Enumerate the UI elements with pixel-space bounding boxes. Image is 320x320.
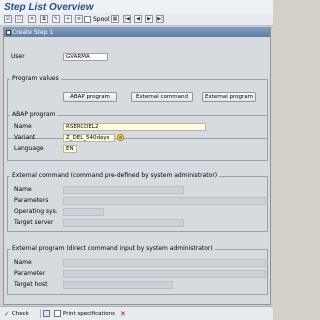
ext-prog-name-label: Name: [14, 259, 32, 266]
spool-button[interactable]: Spool: [84, 15, 110, 23]
edit-icon[interactable]: ✎: [52, 15, 60, 23]
window-title: Step List Overview: [4, 2, 94, 13]
last-page-icon[interactable]: ▶|: [156, 15, 164, 23]
spool-label: Spool: [93, 15, 110, 23]
abap-name-label: Name: [14, 123, 32, 130]
ext-prog-parameter-field: [63, 270, 266, 278]
target-host-label: Target host: [14, 281, 48, 288]
checkmark-icon: ✓: [4, 309, 10, 318]
external-program-title: External program (direct command input b…: [10, 245, 215, 252]
ext-prog-name-field: [63, 259, 266, 267]
check-button[interactable]: ✓ Check: [4, 309, 29, 318]
details-icon[interactable]: ≡: [75, 15, 83, 23]
previous-page-icon[interactable]: ◀: [134, 15, 142, 23]
first-page-icon[interactable]: |◀: [123, 15, 131, 23]
check-label: Check: [11, 310, 29, 317]
dialog-titlebar: Create Step 1: [4, 28, 270, 37]
target-host-field: [63, 281, 173, 289]
next-page-icon[interactable]: ▶: [145, 15, 153, 23]
dialog-icon: [6, 30, 11, 35]
abap-program-group: ABAP program: [7, 111, 268, 161]
dialog-title: Create Step 1: [12, 29, 54, 36]
dialog-action-bar: ✓ Check Print specifications ✕: [0, 306, 273, 320]
variant-field[interactable]: Z_DEL_540days: [63, 134, 115, 142]
external-command-button[interactable]: External command: [131, 92, 193, 102]
copy-icon[interactable]: ⧉: [40, 15, 48, 23]
ext-prog-parameter-label: Parameter: [14, 270, 46, 277]
external-command-title: External command (command pre-defined by…: [10, 172, 220, 179]
language-label: Language: [14, 145, 44, 152]
variant-label: Variant: [14, 134, 36, 141]
separator: [40, 309, 41, 318]
cancel-button[interactable]: ✕: [120, 309, 126, 318]
save-icon: [43, 310, 50, 317]
grid-icon[interactable]: ▦: [111, 15, 119, 23]
delete-icon[interactable]: ✕: [28, 15, 36, 23]
spool-icon: [84, 15, 91, 23]
print-specifications-button[interactable]: Print specifications: [54, 309, 115, 318]
window-titlebar: Step List Overview: [0, 0, 273, 13]
operating-system-field: [63, 208, 104, 216]
application-toolbar: ☑ ☐ ✕ ⧉ ✎ + ≡ Spool ▦ |◀ ◀ ▶ ▶|: [0, 13, 273, 26]
variant-search-help-icon[interactable]: ⚙: [117, 134, 124, 141]
print-specifications-label: Print specifications: [63, 310, 115, 317]
target-server-label: Target server: [14, 219, 54, 226]
language-field[interactable]: EN: [63, 145, 77, 153]
external-program-button[interactable]: External program: [202, 92, 256, 102]
ext-cmd-parameters-label: Parameters: [14, 197, 49, 204]
printer-icon: [54, 310, 61, 317]
operating-system-label: Operating sys.: [14, 208, 58, 215]
select-all-icon[interactable]: ☑: [4, 15, 12, 23]
create-step-dialog: Create Step 1 User GVARMA Program values…: [3, 27, 271, 305]
abap-program-title: ABAP program: [10, 111, 58, 118]
target-server-field: [63, 219, 184, 227]
save-button[interactable]: [43, 309, 50, 318]
insert-icon[interactable]: +: [64, 15, 72, 23]
abap-name-field[interactable]: RSERCDEL2: [63, 123, 206, 131]
user-field[interactable]: GVARMA: [63, 53, 108, 61]
cancel-icon: ✕: [120, 309, 126, 318]
user-label: User: [11, 53, 25, 60]
ext-cmd-name-field: [63, 186, 184, 194]
ext-cmd-parameters-field: [63, 197, 266, 205]
ext-cmd-name-label: Name: [14, 186, 32, 193]
program-values-title: Program values: [10, 75, 61, 82]
abap-program-button[interactable]: ABAP program: [63, 92, 117, 102]
deselect-icon[interactable]: ☐: [15, 15, 23, 23]
